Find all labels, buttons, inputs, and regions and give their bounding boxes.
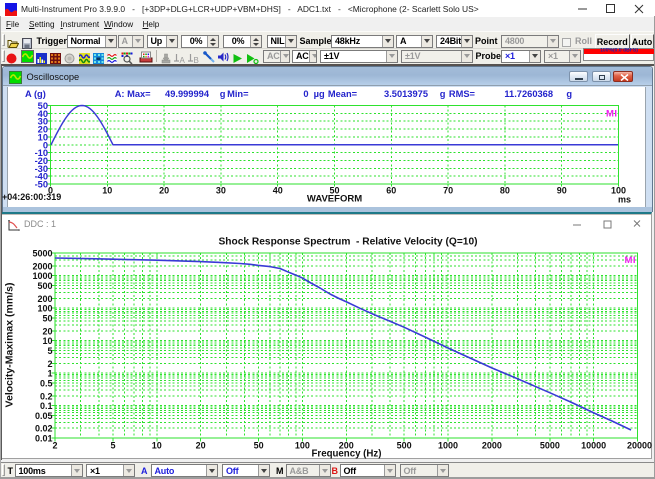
svg-text:60: 60 [386,186,396,196]
svg-text:20: 20 [159,186,169,196]
svg-text:80: 80 [500,186,510,196]
svg-text:g: g [220,89,226,99]
svg-text:5: 5 [110,441,115,451]
svg-text:0.01: 0.01 [35,434,53,444]
svg-text:RMS=: RMS= [449,89,476,99]
svg-text:2000: 2000 [482,441,502,451]
svg-text:50: 50 [42,313,52,323]
svg-text:100: 100 [37,304,52,314]
svg-text:Mean=: Mean= [328,89,358,99]
svg-text:2: 2 [47,359,52,369]
svg-text:-50: -50 [35,180,48,190]
svg-text:µg: µg [314,89,325,99]
svg-text:ms: ms [618,195,631,205]
svg-text:g: g [440,89,446,99]
svg-text:WAVEFORM: WAVEFORM [307,193,362,204]
svg-text:Velocity-Maximax (mm/s): Velocity-Maximax (mm/s) [4,283,16,408]
svg-text:0: 0 [303,89,308,99]
svg-text:70: 70 [443,186,453,196]
svg-text:200: 200 [37,294,52,304]
svg-text:B: B [194,56,199,64]
svg-text:1000: 1000 [32,271,52,281]
svg-text:100: 100 [295,441,310,451]
svg-text:20: 20 [42,326,52,336]
svg-text:+04:26:00:319: +04:26:00:319 [2,192,61,202]
svg-text:20000: 20000 [627,441,652,451]
svg-text:0.2: 0.2 [40,391,53,401]
svg-text:40: 40 [273,186,283,196]
svg-text:20: 20 [196,441,206,451]
svg-text:10: 10 [42,336,52,346]
svg-text:50: 50 [254,441,264,451]
svg-text:5000: 5000 [32,249,52,259]
svg-text:A (g): A (g) [25,89,46,99]
svg-text:49.999994: 49.999994 [165,89,210,99]
svg-text:30: 30 [216,186,226,196]
svg-text:MI: MI [606,108,618,119]
svg-text:10: 10 [102,186,112,196]
svg-text:0.05: 0.05 [35,411,53,421]
svg-text:10: 10 [152,441,162,451]
svg-text:500: 500 [397,441,412,451]
svg-text:1: 1 [47,369,52,379]
svg-text:0.02: 0.02 [35,424,53,434]
svg-text:Frequency (Hz): Frequency (Hz) [312,448,382,459]
svg-text:A: A [180,56,186,64]
svg-text:5: 5 [47,346,52,356]
svg-text:2: 2 [52,441,57,451]
svg-text:MI: MI [625,255,637,266]
svg-text:A: Max=: A: Max= [115,89,151,99]
svg-text:2000: 2000 [32,261,52,271]
svg-text:5000: 5000 [540,441,560,451]
svg-text:10000: 10000 [581,441,606,451]
svg-text:3.5013975: 3.5013975 [384,89,428,99]
svg-text:500: 500 [37,281,52,291]
svg-text:11.7260368: 11.7260368 [504,89,553,99]
svg-text:Shock Response Spectrum - Rel: Shock Response Spectrum - Relative Veloc… [218,236,477,247]
svg-text:0.1: 0.1 [40,401,53,411]
svg-text:90: 90 [557,186,567,196]
svg-text:1000: 1000 [438,441,458,451]
svg-text:0.5: 0.5 [40,378,53,388]
svg-text:Min=: Min= [227,89,249,99]
svg-text:g: g [566,89,572,99]
